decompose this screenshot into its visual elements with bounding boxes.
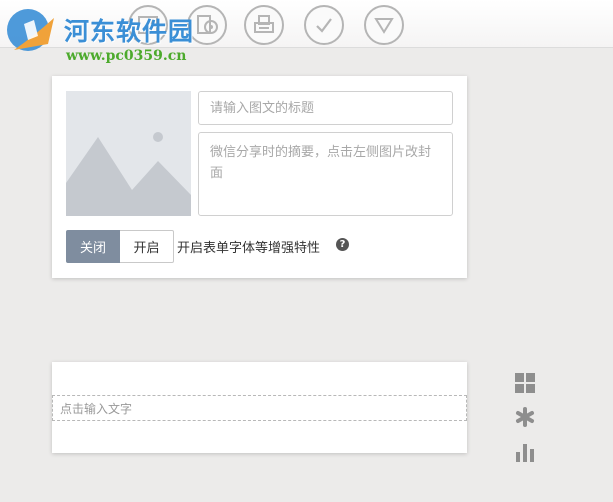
enhance-toggle: 关闭 开启 [66, 230, 174, 263]
watermark-title: 河东软件园 [64, 17, 195, 46]
print-icon [254, 15, 274, 33]
check-tool-button[interactable] [304, 5, 344, 45]
cover-image-placeholder[interactable] [66, 91, 191, 216]
enhance-feature-label: 开启表单字体等增强特性 [177, 241, 321, 256]
text-block-card: 点击输入文字 [52, 362, 467, 453]
watermark-url: www.pc0359.cn [66, 48, 187, 64]
help-icon[interactable]: ? [336, 238, 349, 251]
article-summary-textarea[interactable] [198, 132, 453, 216]
toggle-on-button[interactable]: 开启 [120, 230, 174, 263]
article-cover-card: 关闭 开启 开启表单字体等增强特性 ? [52, 76, 467, 278]
grid-icon[interactable] [515, 373, 535, 393]
check-icon [316, 18, 332, 33]
article-title-input[interactable] [198, 91, 453, 125]
toggle-off-button[interactable]: 关闭 [66, 230, 120, 263]
mountain-image-icon [66, 91, 191, 216]
watermark-logo-icon [7, 9, 54, 51]
print-tool-button[interactable] [244, 5, 284, 45]
audio-icon [197, 15, 218, 34]
text-block-input[interactable]: 点击输入文字 [52, 395, 467, 421]
bar-chart-icon[interactable] [515, 442, 535, 462]
triangle-down-icon [374, 18, 394, 34]
triangle-tool-button[interactable] [364, 5, 404, 45]
asterisk-icon[interactable] [515, 407, 535, 427]
